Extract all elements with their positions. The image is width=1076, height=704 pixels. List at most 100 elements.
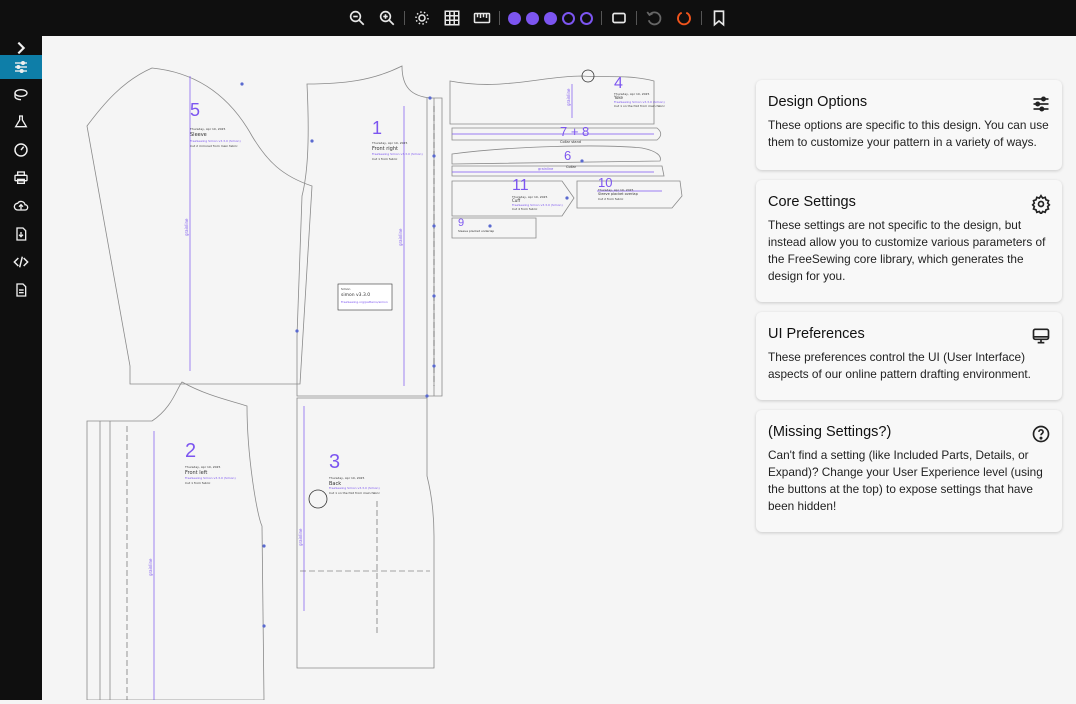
toolbar-divider xyxy=(601,11,602,25)
level-5-button[interactable] xyxy=(580,11,593,25)
layout-icon[interactable] xyxy=(0,83,42,107)
ruler-icon[interactable] xyxy=(473,9,491,27)
level-2-button[interactable] xyxy=(526,11,539,25)
card-description: These preferences control the UI (User I… xyxy=(768,350,1031,381)
document-icon[interactable] xyxy=(0,278,42,302)
piece-name: Collar stand xyxy=(560,140,581,144)
grainline-label: grainline xyxy=(148,558,153,576)
layout-tools xyxy=(610,9,628,27)
undo-icon[interactable] xyxy=(645,9,663,27)
piece-note: Cut 1 from fabric xyxy=(372,157,398,161)
level-4-button[interactable] xyxy=(562,11,575,25)
settings-panel: Design Options These options are specifi… xyxy=(754,36,1076,700)
collar-piece xyxy=(451,145,661,165)
file-download-icon[interactable] xyxy=(0,222,42,246)
piece-number: 9 xyxy=(458,217,464,229)
piece-version: FreeSewing Simon v3.3.0 (Simon) xyxy=(185,476,236,480)
card-title: Core Settings xyxy=(768,194,856,210)
sun-icon[interactable] xyxy=(413,9,431,27)
toolbar-divider xyxy=(404,11,405,25)
back-piece xyxy=(296,397,435,669)
gauge-icon[interactable] xyxy=(0,138,42,162)
piece-date: Thursday, Apr 10, 2025 xyxy=(328,476,364,480)
gear-icon xyxy=(1031,194,1051,216)
grainline-label: grainline xyxy=(566,88,571,106)
view-tools xyxy=(348,9,396,27)
piece-version: FreeSewing Simon v3.3.0 (Simon) xyxy=(329,486,380,490)
bookmark-tools xyxy=(710,9,728,27)
toolbar-divider xyxy=(636,11,637,25)
title-box-link: FreeSewing.org/patterns/simon xyxy=(341,300,388,304)
toolbar-divider xyxy=(499,11,500,25)
pattern-canvas[interactable]: 5 1 4 7 + 8 6 11 10 9 2 3 Thursday, Apr … xyxy=(42,36,742,701)
piece-number: 1 xyxy=(372,118,382,138)
ui-preferences-card[interactable]: UI Preferences These preferences control… xyxy=(756,312,1062,400)
card-description: These options are specific to this desig… xyxy=(768,118,1049,149)
reset-icon[interactable] xyxy=(675,9,693,27)
missing-settings-card[interactable]: (Missing Settings?) Can't find a setting… xyxy=(756,410,1062,532)
grid-icon[interactable] xyxy=(443,9,461,27)
level-3-button[interactable] xyxy=(544,11,557,25)
grainline-label: grainline xyxy=(398,228,403,246)
piece-name: Sleeve xyxy=(190,132,207,138)
card-description: Can't find a setting (like Included Part… xyxy=(768,448,1043,513)
piece-date: Thursday, Apr 10, 2025 xyxy=(371,141,407,145)
piece-note: Cut 4 from fabric xyxy=(512,207,538,211)
logo-icon xyxy=(308,489,328,509)
card-title: Design Options xyxy=(768,94,868,110)
piece-number: 7 + 8 xyxy=(560,124,589,139)
grainline-label: grainline xyxy=(538,167,553,171)
piece-version: FreeSewing Simon v3.3.0 (Simon) xyxy=(614,100,665,104)
core-settings-card[interactable]: Core Settings These settings are not spe… xyxy=(756,180,1062,302)
sleeve-placket-underlap-piece xyxy=(451,217,537,239)
left-sidebar xyxy=(0,36,42,700)
square-icon[interactable] xyxy=(610,9,628,27)
pattern-drawing: 5 1 4 7 + 8 6 11 10 9 2 3 Thursday, Apr … xyxy=(86,65,683,701)
monitor-icon xyxy=(1031,326,1051,346)
front-right-piece xyxy=(296,65,443,397)
grainline-label: grainline xyxy=(298,528,303,546)
sliders-icon[interactable] xyxy=(0,55,42,79)
piece-number: 2 xyxy=(185,440,196,462)
card-title: UI Preferences xyxy=(768,326,865,342)
toolbar-divider xyxy=(701,11,702,25)
title-box-design: Simon xyxy=(341,287,350,291)
piece-note: Cut 1 on the fold from main fabric xyxy=(329,491,380,495)
piece-date: Thursday, Apr 10, 2025 xyxy=(189,127,225,131)
piece-number: 4 xyxy=(614,75,623,92)
piece-name: Sleeve placket overlap xyxy=(598,192,639,196)
bookmark-icon[interactable] xyxy=(710,9,728,27)
piece-note: Cut 1 on the fold from main fabric xyxy=(614,104,665,108)
piece-number: 3 xyxy=(329,451,340,473)
code-icon[interactable] xyxy=(0,250,42,274)
render-tools xyxy=(413,9,491,27)
piece-number: 11 xyxy=(512,177,529,194)
piece-note: Cut 1 from fabric xyxy=(185,481,211,485)
history-tools xyxy=(645,9,693,27)
experience-level-selector xyxy=(508,11,593,25)
piece-number: 6 xyxy=(564,148,571,163)
top-toolbar xyxy=(0,0,1076,36)
front-left-piece xyxy=(86,381,265,701)
question-icon xyxy=(1031,424,1051,444)
zoom-in-icon[interactable] xyxy=(378,9,396,27)
piece-version: FreeSewing Simon v3.3.0 (Simon) xyxy=(372,152,423,156)
piece-name: Sleeve placket underlap xyxy=(458,229,494,233)
piece-number: 5 xyxy=(190,100,200,120)
printer-icon[interactable] xyxy=(0,166,42,190)
zoom-out-icon[interactable] xyxy=(348,9,366,27)
design-options-card[interactable]: Design Options These options are specifi… xyxy=(756,80,1062,170)
grainline-label: grainline xyxy=(184,218,189,236)
piece-note: Cut 2 from fabric xyxy=(598,197,624,201)
piece-date: Thursday, Apr 10, 2025 xyxy=(184,465,220,469)
cloud-upload-icon[interactable] xyxy=(0,194,42,218)
flask-icon[interactable] xyxy=(0,110,42,134)
card-description: These settings are not specific to the d… xyxy=(768,218,1046,283)
piece-version: FreeSewing Simon v3.3.0 (Simon) xyxy=(190,139,241,143)
card-title: (Missing Settings?) xyxy=(768,424,892,440)
title-box-version: simon v3.3.0 xyxy=(341,292,370,298)
level-1-button[interactable] xyxy=(508,11,521,25)
piece-version: FreeSewing Simon v3.3.0 (Simon) xyxy=(512,203,563,207)
piece-name: Collar xyxy=(566,165,577,169)
piece-note: Cut 2 mirrored from main fabric xyxy=(190,144,238,148)
